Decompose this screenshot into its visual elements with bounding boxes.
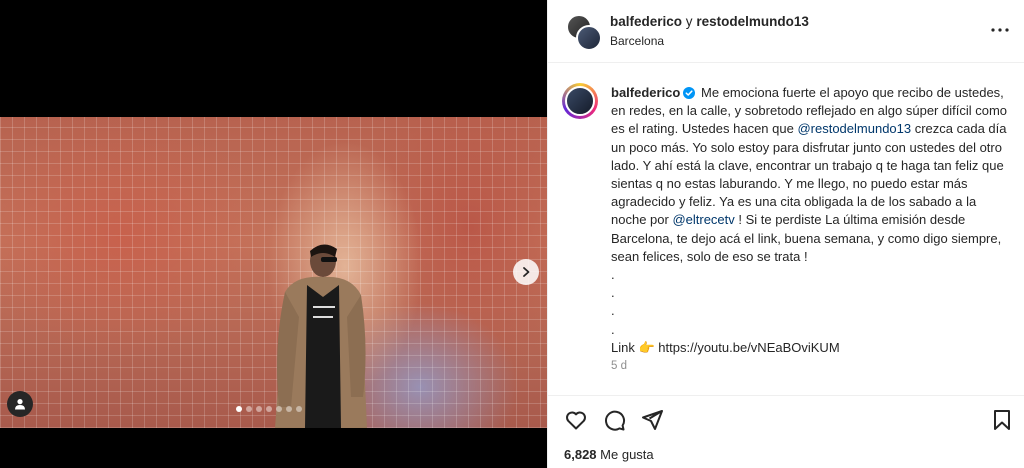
link-label: Link	[611, 339, 635, 355]
caption-dot: .	[611, 285, 615, 301]
chevron-right-icon	[523, 267, 530, 277]
avatar	[565, 86, 595, 116]
collab-avatars[interactable]	[566, 14, 602, 51]
carousel-dot	[256, 406, 262, 412]
comment-icon[interactable]	[602, 408, 626, 432]
next-slide-button[interactable]	[513, 259, 539, 285]
carousel-dot	[296, 406, 302, 412]
mention-link[interactable]: @eltrecetv	[672, 212, 734, 227]
avatar[interactable]	[576, 25, 602, 51]
caption-dot: .	[611, 321, 615, 337]
post-age[interactable]: 5 d	[611, 360, 627, 372]
bookmark-icon[interactable]	[990, 408, 1014, 432]
author-conjunction: y	[685, 14, 693, 29]
caption-dot: .	[611, 267, 615, 283]
comments-area: balfederico Me emociona fuerte el apoyo …	[548, 63, 1024, 393]
post-header: balfederico y restodelmundo13 Barcelona	[548, 0, 1024, 63]
post-location[interactable]: Barcelona	[610, 34, 664, 48]
post-authors: balfederico y restodelmundo13	[610, 14, 809, 29]
author-username[interactable]: balfederico	[610, 14, 682, 29]
carousel-indicator	[236, 406, 302, 412]
post-details-pane: balfederico y restodelmundo13 Barcelona …	[547, 0, 1024, 468]
likes-label: Me gusta	[600, 447, 654, 462]
action-bar	[548, 395, 1024, 442]
person-figure	[275, 244, 367, 428]
mention-link[interactable]: @restodelmundo13	[797, 121, 911, 136]
post-media	[0, 0, 547, 468]
carousel-dot	[236, 406, 242, 412]
carousel-dot	[276, 406, 282, 412]
likes-count[interactable]: 6,828 Me gusta	[564, 447, 654, 462]
share-icon[interactable]	[640, 408, 664, 432]
more-options-icon	[991, 28, 1009, 32]
heart-icon[interactable]	[564, 408, 588, 432]
post-photo[interactable]	[0, 117, 547, 428]
more-options-button[interactable]	[990, 22, 1010, 38]
collab-username[interactable]: restodelmundo13	[696, 14, 809, 29]
carousel-dot	[266, 406, 272, 412]
verified-badge-icon	[683, 87, 696, 99]
user-tag-icon	[15, 399, 25, 410]
caption-avatar[interactable]	[562, 83, 598, 119]
caption-url: https://youtu.be/vNEaBOviKUM	[658, 339, 840, 355]
carousel-dot	[246, 406, 252, 412]
caption-username[interactable]: balfederico	[611, 85, 680, 100]
likes-number: 6,828	[564, 447, 597, 462]
caption-dot: .	[611, 303, 615, 319]
post-caption: balfederico Me emociona fuerte el apoyo …	[611, 84, 1013, 357]
carousel-dot	[286, 406, 292, 412]
caption-link-line: Link 👉 https://youtu.be/vNEaBOviKUM	[611, 339, 1013, 357]
pointing-hand-icon: 👉	[638, 339, 655, 355]
tagged-users-button[interactable]	[7, 391, 33, 417]
